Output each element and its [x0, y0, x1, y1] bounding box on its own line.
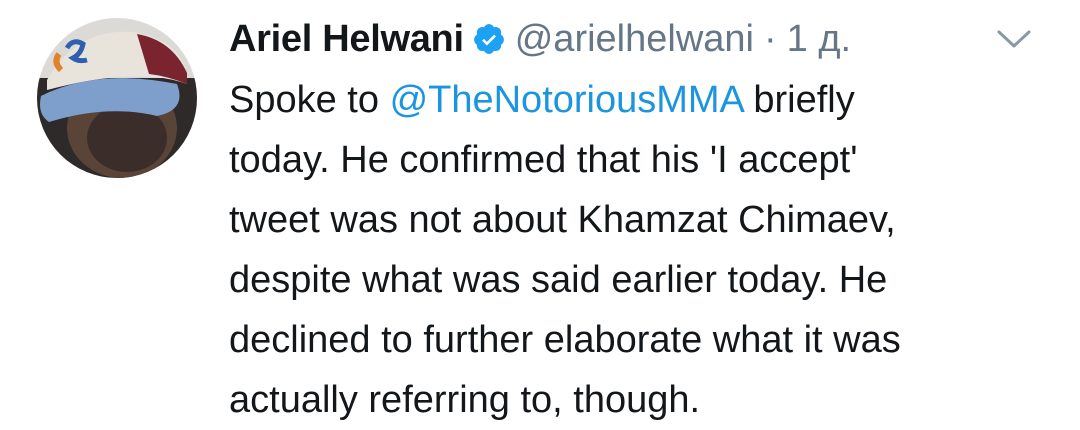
author-name[interactable]: Ariel Helwani: [229, 8, 464, 70]
tweet-text-line: declined to further elaborate what it wa…: [229, 319, 901, 361]
text-segment: briefly: [742, 79, 855, 121]
tweet-text-line: actually referring to, though.: [229, 379, 701, 421]
text-segment: Spoke to: [229, 79, 390, 121]
tweet-text-line: tweet was not about Khamzat Chimaev,: [229, 199, 896, 241]
author-handle[interactable]: @arielhelwani: [515, 8, 754, 70]
avatar-photo: [37, 18, 197, 178]
chevron-down-icon[interactable]: [995, 24, 1033, 54]
tweet-timestamp[interactable]: 1 д.: [787, 8, 851, 70]
tweet: Ariel Helwani @arielhelwani · 1 д. Spoke…: [0, 0, 1080, 427]
tweet-text: Spoke to @TheNotoriousMMA briefly today.…: [229, 70, 1049, 430]
verified-badge-icon: [472, 22, 506, 56]
tweet-text-line: Spoke to @TheNotoriousMMA briefly: [229, 70, 1049, 130]
avatar[interactable]: [37, 18, 197, 178]
tweet-text-line: despite what was said earlier today. He: [229, 259, 888, 301]
tweet-text-line: today. He confirmed that his 'I accept': [229, 139, 858, 181]
mention-link[interactable]: @TheNotoriousMMA: [390, 79, 743, 121]
tweet-header: Ariel Helwani @arielhelwani · 1 д.: [229, 8, 1049, 70]
meta-separator: ·: [763, 18, 777, 60]
tweet-content: Ariel Helwani @arielhelwani · 1 д. Spoke…: [229, 8, 1049, 430]
